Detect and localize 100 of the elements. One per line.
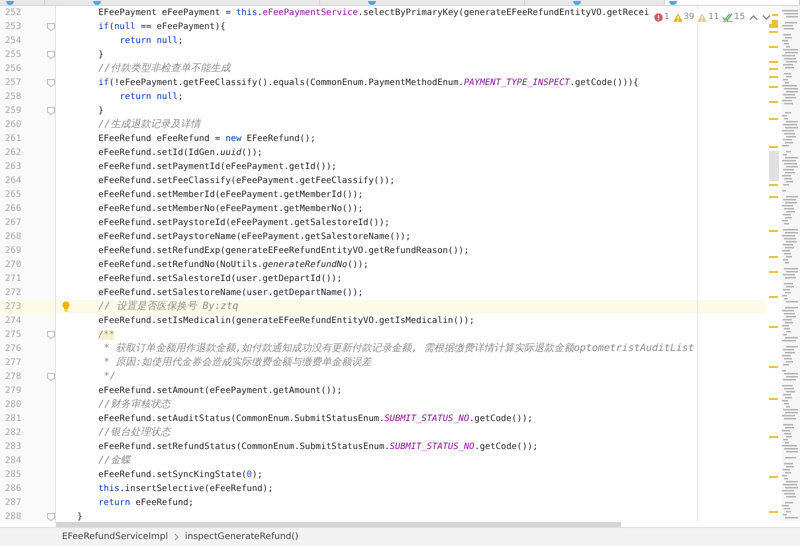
code-line: eFeeRefund.setAmount(eFeePayment.getAmount()); xyxy=(98,385,342,398)
code-line: eFeeRefund.setMemberId(eFeePayment.getMemberId()); xyxy=(98,189,364,202)
code-line: if(null == eFeePayment){ xyxy=(98,21,226,34)
line-number: 265 xyxy=(4,190,22,200)
breadcrumb-item[interactable]: EFeeRefundServiceImpl xyxy=(62,532,168,542)
code-line: //金蝶 xyxy=(98,454,130,468)
line-number: 256 xyxy=(4,64,22,74)
inspection-count[interactable]: 1 xyxy=(654,12,670,22)
code-line: */ xyxy=(104,370,116,384)
chevron-icon xyxy=(174,533,180,541)
fold-marker-icon[interactable] xyxy=(47,331,55,339)
line-number: 258 xyxy=(4,92,22,102)
line-number: 270 xyxy=(4,260,22,270)
line-number: 275 xyxy=(4,330,22,340)
code-line: eFeeRefund.setSyncKingState(0); xyxy=(98,469,263,482)
line-number: 263 xyxy=(4,162,22,172)
line-number: 277 xyxy=(4,358,22,368)
editor-tab[interactable] xyxy=(320,0,525,5)
fold-marker-icon[interactable] xyxy=(47,79,55,87)
line-number: 283 xyxy=(4,442,22,452)
editor-tab[interactable] xyxy=(525,0,665,5)
line-number: 276 xyxy=(4,344,22,354)
scrollbar-thumb[interactable] xyxy=(769,151,779,181)
line-number: 266 xyxy=(4,204,22,214)
editor-tab[interactable] xyxy=(665,0,800,5)
double-check-icon xyxy=(722,12,734,22)
line-number: 259 xyxy=(4,106,22,116)
fold-marker-icon[interactable] xyxy=(47,23,55,31)
code-line: } xyxy=(98,105,104,118)
code-line: eFeeRefund.setRefundExp(generateEFeeRefundEntityVO.getRefundReason()); xyxy=(98,245,470,258)
line-number: 280 xyxy=(4,400,22,410)
code-line: } xyxy=(77,511,82,524)
code-line: eFeeRefund.setAuditStatus(CommonEnum.SubmitStatusEnum.SUBMIT_STATUS_NO.getCode()); xyxy=(98,413,533,426)
line-number: 273 xyxy=(4,302,22,312)
line-number: 282 xyxy=(4,428,22,438)
warning-icon xyxy=(672,12,683,22)
line-number: 267 xyxy=(4,218,22,228)
code-line: return eFeeRefund; xyxy=(98,497,194,510)
line-number: 252 xyxy=(4,8,22,18)
code-line: eFeeRefund.setPaystoreId(eFeePayment.getSalestoreId()); xyxy=(98,217,390,230)
code-line: eFeeRefund.setId(IdGen.uuid()); xyxy=(98,147,263,160)
inspection-count[interactable]: 39 xyxy=(672,12,694,22)
fold-marker-icon[interactable] xyxy=(47,51,55,59)
breadcrumb-item[interactable]: inspectGenerateRefund() xyxy=(185,532,298,542)
line-number: 271 xyxy=(4,274,22,284)
code-line: * 获取订单金额用作退款金额,如付款通知成功没有更新付款记录金额, 需根据缴费详情计算实际退款金额optometristAuditList xyxy=(104,342,694,356)
class-file-icon xyxy=(93,1,101,5)
class-file-icon xyxy=(368,1,376,5)
line-number: 272 xyxy=(4,288,22,298)
code-line: EFeeRefund eFeeRefund = new EFeeRefund(); xyxy=(98,133,316,146)
line-number: 262 xyxy=(4,148,22,158)
code-line: return null; xyxy=(120,35,184,48)
class-file-icon xyxy=(6,1,14,5)
line-number: 254 xyxy=(4,36,22,46)
code-line: eFeeRefund.setRefundStatus(CommonEnum.SubmitStatusEnum.SUBMIT_STATUS_NO.getCode()); xyxy=(98,441,538,454)
class-file-icon xyxy=(669,1,677,5)
code-line: eFeeRefund.setSalestoreName(user.getDepartName()); xyxy=(98,287,364,300)
code-line: eFeeRefund.setPaystoreName(eFeePayment.getSalestoreName()); xyxy=(98,231,411,244)
line-number: 269 xyxy=(4,246,22,256)
code-line: eFeeRefund.setSalestoreId(user.getDepartId()); xyxy=(98,273,342,286)
code-line: this.insertSelective(eFeeRefund); xyxy=(98,483,274,496)
line-number: 286 xyxy=(4,484,22,494)
inspection-count[interactable]: 11 xyxy=(697,12,720,22)
code-line: eFeeRefund.setPaymentId(eFeePayment.getId()); xyxy=(98,161,337,174)
code-line: if(!eFeePayment.getFeeClassify().equals(CommonEnum.PaymentMethodEnum.PAYMENT_TYPE_INSPECT.getCode())){ xyxy=(98,77,639,90)
line-number: 264 xyxy=(4,176,22,186)
code-line: eFeeRefund.setIsMedicalin(generateEFeeRefundEntityVO.getIsMedicalin()); xyxy=(98,315,474,328)
inspection-count[interactable]: 15 xyxy=(722,12,745,22)
line-number: 255 xyxy=(4,50,22,60)
code-line: * 原因:如使用代金券会造成实际缴费金额与缴费单金额误差 xyxy=(104,356,372,370)
line-number: 253 xyxy=(4,22,22,32)
editor-tab[interactable] xyxy=(45,0,320,5)
line-number: 288 xyxy=(4,512,22,522)
code-line: } xyxy=(98,49,104,62)
editor-tab[interactable] xyxy=(0,0,45,5)
line-number: 284 xyxy=(4,456,22,466)
weak-warning-icon xyxy=(697,12,708,22)
code-line: EFeePayment eFeePayment = this.eFeePaymentService.selectByPrimaryKey(generateEFeeRefundEntityVO.getRecei xyxy=(98,7,650,20)
line-number: 260 xyxy=(4,120,22,130)
code-line: eFeeRefund.setFeeClassify(eFeePayment.getFeeClassify()); xyxy=(98,175,395,188)
line-number: 257 xyxy=(4,78,22,88)
line-number: 278 xyxy=(4,372,22,382)
code-line: return null; xyxy=(120,91,184,104)
line-number: 285 xyxy=(4,470,22,480)
code-line: eFeeRefund.setRefundNo(NoUtils.generateRefundNo()); xyxy=(98,259,368,272)
lightbulb-icon[interactable] xyxy=(62,301,70,312)
fold-marker-icon[interactable] xyxy=(47,107,55,115)
line-number: 261 xyxy=(4,134,22,144)
code-line: //财务审核状态 xyxy=(98,398,170,412)
line-number: 279 xyxy=(4,386,22,396)
fold-marker-icon[interactable] xyxy=(47,373,55,381)
code-line: //付款类型非检查单不能生成 xyxy=(98,62,230,76)
class-file-icon xyxy=(573,1,581,5)
code-line: //银台处理状态 xyxy=(98,426,170,440)
line-number: 287 xyxy=(4,498,22,508)
horizontal-scrollbar-thumb[interactable] xyxy=(56,522,621,527)
fold-marker-icon[interactable] xyxy=(47,513,55,521)
code-line: eFeeRefund.setMemberNo(eFeePayment.getMemberNo()); xyxy=(98,203,364,216)
code-line: //生成退款记录及详情 xyxy=(98,118,200,132)
line-number: 268 xyxy=(4,232,22,242)
